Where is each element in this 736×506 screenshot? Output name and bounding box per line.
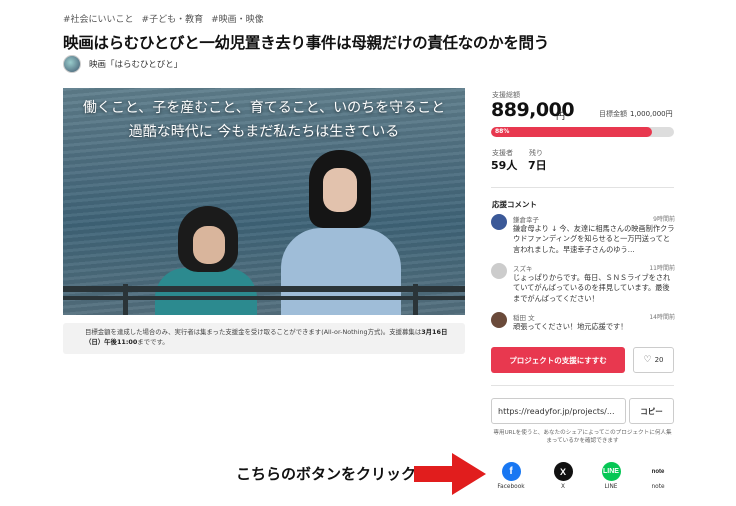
share-x-button[interactable]: X X [543, 462, 583, 490]
tag-children-education[interactable]: #子ども・教育 [142, 12, 204, 25]
commenter-name: 鎌倉幸子 [513, 216, 539, 224]
share-url-note: 専用URLを使うと、あなたのシェアによってこのプロジェクトに何人集まっているかを… [493, 430, 672, 445]
goal-label: 目標金額 [599, 110, 627, 118]
share-label: Facebook [497, 484, 525, 490]
favorite-button[interactable]: ♡ 20 [633, 347, 674, 373]
comment-time: 11時間前 [649, 265, 675, 272]
woman-left-face [193, 226, 225, 264]
note-icon: note [648, 462, 668, 481]
share-facebook-button[interactable]: f Facebook [491, 462, 531, 490]
red-arrow-icon [414, 453, 486, 495]
goal-amount: 目標金額 1,000,000円 [599, 109, 673, 119]
x-icon: X [553, 462, 573, 481]
railing-post [413, 284, 418, 315]
category-tags: #社会にいいこと #子ども・教育 #映画・映像 [63, 12, 264, 25]
share-url-field[interactable] [491, 398, 626, 424]
comment-time: 14時間前 [649, 314, 675, 321]
comment-text: 鎌倉母より ↓ 今、友達に相馬さんの映画制作クラウドファンディングを知らせると一… [513, 224, 675, 254]
comment-time: 9時間前 [653, 216, 675, 223]
railing-post [123, 284, 128, 315]
favorite-count: 20 [654, 356, 664, 364]
remaining-days: 7日 [528, 159, 547, 172]
share-label: note [651, 484, 665, 490]
goal-value: 1,000,000円 [630, 110, 673, 118]
project-title: 映画はらむひとびと一幼児置き去り事件は母親だけの責任なのかを問う [63, 34, 549, 52]
facebook-icon: f [501, 462, 521, 481]
commenter-name: 稲田 文 [513, 314, 535, 322]
commenter-name: スズキ [513, 265, 533, 273]
support-project-button[interactable]: プロジェクトの支援にすすむ [491, 347, 625, 373]
project-owner[interactable]: 映画「はらむひとびと」 [63, 55, 182, 73]
share-label: LINE [604, 484, 618, 490]
divider [491, 187, 674, 188]
share-note-button[interactable]: note note [638, 462, 678, 490]
comment-text: じょっぱりからです。毎日、ＳＮＳライブをされていてがんばっているのを拝見していま… [513, 273, 671, 303]
woman-right-figure [281, 228, 401, 315]
share-line-button[interactable]: LINE LINE [591, 462, 631, 490]
tag-social-good[interactable]: #社会にいいこと [63, 12, 134, 25]
owner-name: 映画「はらむひとびと」 [89, 60, 183, 70]
share-label: X [561, 484, 565, 490]
copy-url-button[interactable]: コピー [629, 398, 674, 424]
commenter-avatar [491, 263, 507, 279]
commenter-avatar [491, 312, 507, 328]
divider [491, 385, 674, 386]
line-icon: LINE [601, 462, 621, 481]
supporters-count: 59人 [491, 159, 518, 172]
all-or-nothing-notice: 目標金額を達成した場合のみ、実行者は集まった支援金を受け取ることができます(Al… [63, 323, 465, 354]
tag-film-video[interactable]: #映画・映像 [211, 12, 264, 25]
hero-image: 働くこと、子を産むこと、育てること、いのちを守ること 過酷な時代に 今もまだ私た… [63, 88, 465, 315]
raised-unit: 円 [556, 112, 566, 122]
progress-fill [491, 127, 653, 137]
hero-copy-line1: 働くこと、子を産むこと、育てること、いのちを守ること [82, 100, 446, 116]
owner-avatar [63, 55, 81, 73]
hero-copy-line2: 過酷な時代に 今もまだ私たちは生きている [128, 124, 400, 140]
progress-bar: 88% [491, 127, 674, 137]
notice-suffix: までです。 [137, 337, 169, 346]
instruction-callout: こちらのボタンをクリック [236, 465, 417, 483]
woman-right-face [323, 168, 357, 212]
notice-text: 目標金額を達成した場合のみ、実行者は集まった支援金を受け取ることができます(Al… [85, 328, 422, 336]
comment-text: 頑張ってください！地元応援です！ [513, 322, 628, 331]
progress-percent: 88% [495, 128, 510, 135]
heart-icon: ♡ [643, 355, 652, 365]
commenter-avatar [491, 214, 507, 230]
comments-heading: 応援コメント [492, 200, 537, 209]
